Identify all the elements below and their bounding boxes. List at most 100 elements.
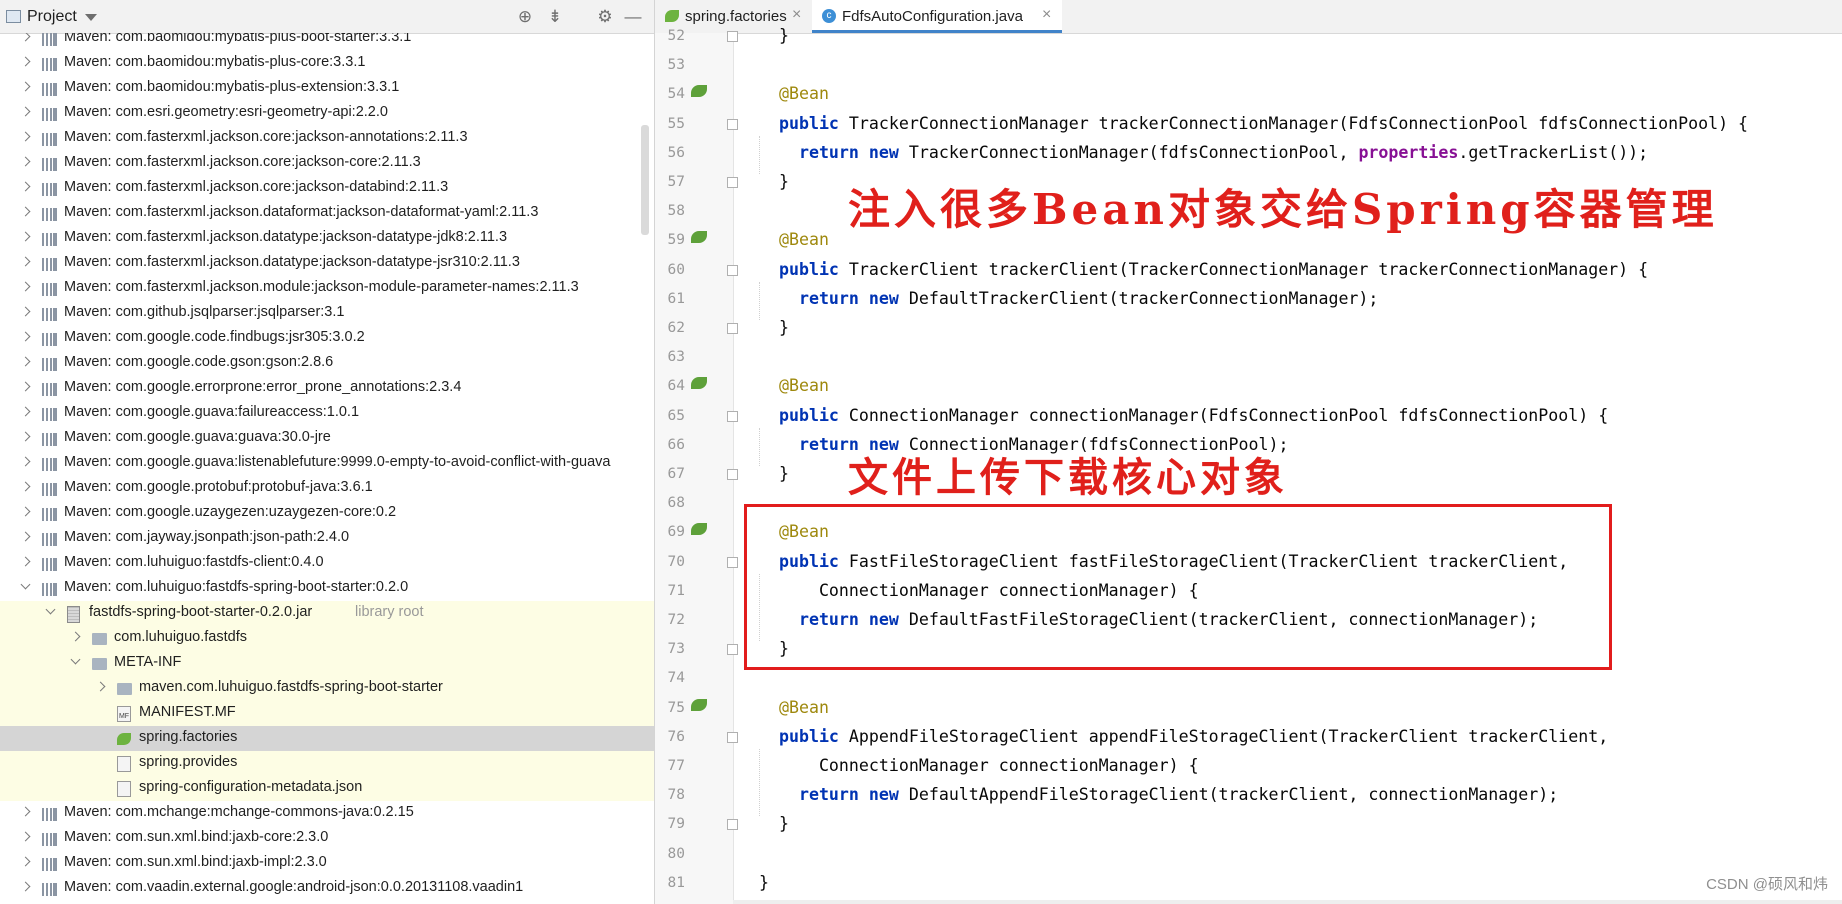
project-panel-title[interactable]: Project xyxy=(27,8,77,26)
fold-marker-icon[interactable] xyxy=(727,556,738,568)
code-line[interactable]: public AppendFileStorageClient appendFil… xyxy=(759,727,1608,746)
code-line[interactable]: @Bean xyxy=(759,698,829,717)
horizontal-scrollbar[interactable] xyxy=(733,900,1842,904)
tree-row[interactable]: Maven: com.google.uzaygezen:uzaygezen-co… xyxy=(0,501,654,526)
chevron-right-icon[interactable] xyxy=(20,831,31,842)
code-line[interactable]: @Bean xyxy=(759,376,829,395)
fold-marker-icon[interactable] xyxy=(727,31,738,42)
tree-row[interactable]: Maven: com.sun.xml.bind:jaxb-core:2.3.0 xyxy=(0,826,654,851)
tree-row[interactable]: Maven: com.google.code.gson:gson:2.8.6 xyxy=(0,351,654,376)
tree-row[interactable]: Maven: com.fasterxml.jackson.dataformat:… xyxy=(0,201,654,226)
code-line[interactable]: return new DefaultTrackerClient(trackerC… xyxy=(759,289,1378,308)
code-line[interactable]: public ConnectionManager connectionManag… xyxy=(759,406,1608,425)
scrollbar[interactable] xyxy=(641,125,649,235)
editor-gutter[interactable]: 52 53 54 55 56 57 58 59 60 61 62 63 64 65 66 67 68 69 70 71… xyxy=(655,28,738,904)
tree-row[interactable]: Maven: com.baomidou:mybatis-plus-core:3.… xyxy=(0,51,654,76)
code-line[interactable]: } xyxy=(759,873,769,892)
fold-marker-icon[interactable] xyxy=(727,410,738,422)
code-line[interactable]: @Bean xyxy=(759,230,829,249)
tree-row[interactable]: Maven: com.google.errorprone:error_prone… xyxy=(0,376,654,401)
code-line[interactable]: public TrackerClient trackerClient(Track… xyxy=(759,260,1648,279)
chevron-right-icon[interactable] xyxy=(20,381,31,392)
tree-row[interactable]: Maven: com.sun.xml.bind:jaxb-impl:2.3.0 xyxy=(0,851,654,876)
tree-row[interactable]: Maven: com.fasterxml.jackson.datatype:ja… xyxy=(0,251,654,276)
chevron-down-icon[interactable] xyxy=(70,654,81,665)
code-line[interactable]: return new DefaultAppendFileStorageClien… xyxy=(759,785,1558,804)
chevron-right-icon[interactable] xyxy=(20,881,31,892)
tree-row[interactable]: Maven: com.baomidou:mybatis-plus-boot-st… xyxy=(0,33,654,51)
fold-marker-icon[interactable] xyxy=(727,177,738,188)
code-line[interactable]: } xyxy=(759,172,789,191)
chevron-right-icon[interactable] xyxy=(20,331,31,342)
chevron-right-icon[interactable] xyxy=(70,631,81,642)
tree-row[interactable]: Maven: com.fasterxml.jackson.datatype:ja… xyxy=(0,226,654,251)
hide-icon[interactable]: — xyxy=(622,6,644,28)
fold-marker-icon[interactable] xyxy=(727,118,738,130)
spring-bean-icon[interactable] xyxy=(691,377,707,390)
tree-row[interactable]: Maven: com.fasterxml.jackson.core:jackso… xyxy=(0,151,654,176)
chevron-down-icon[interactable] xyxy=(45,604,56,615)
tree-row[interactable]: Maven: com.google.guava:guava:30.0-jre xyxy=(0,426,654,451)
chevron-right-icon[interactable] xyxy=(20,506,31,517)
tree-row[interactable]: Maven: com.fasterxml.jackson.core:jackso… xyxy=(0,176,654,201)
chevron-right-icon[interactable] xyxy=(20,556,31,567)
code-line[interactable]: @Bean xyxy=(759,84,829,103)
tree-row[interactable]: MF MANIFEST.MF xyxy=(0,701,654,726)
chevron-right-icon[interactable] xyxy=(20,481,31,492)
chevron-down-icon[interactable] xyxy=(20,579,31,590)
chevron-right-icon[interactable] xyxy=(20,256,31,267)
tree-row[interactable]: Maven: com.fasterxml.jackson.core:jackso… xyxy=(0,126,654,151)
tree-row[interactable]: Maven: com.mchange:mchange-commons-java:… xyxy=(0,801,654,826)
tree-row[interactable]: fastdfs-spring-boot-starter-0.2.0.jar lib… xyxy=(0,601,654,626)
chevron-right-icon[interactable] xyxy=(20,131,31,142)
chevron-down-icon[interactable] xyxy=(85,14,97,21)
chevron-right-icon[interactable] xyxy=(20,356,31,367)
tree-row[interactable]: Maven: com.esri.geometry:esri-geometry-a… xyxy=(0,101,654,126)
chevron-right-icon[interactable] xyxy=(20,106,31,117)
chevron-right-icon[interactable] xyxy=(20,281,31,292)
tree-row[interactable]: spring-configuration-metadata.json xyxy=(0,776,654,801)
tree-row[interactable]: Maven: com.vaadin.external.google:androi… xyxy=(0,876,654,901)
tree-row[interactable]: maven.com.luhuiguo.fastdfs-spring-boot-s… xyxy=(0,676,654,701)
tree-row[interactable]: Maven: com.google.guava:listenablefuture… xyxy=(0,451,654,476)
chevron-right-icon[interactable] xyxy=(20,156,31,167)
tab-fdfs-auto-configuration[interactable]: c FdfsAutoConfiguration.java × xyxy=(812,0,1062,33)
close-icon[interactable]: × xyxy=(792,6,801,24)
chevron-right-icon[interactable] xyxy=(20,856,31,867)
tree-row[interactable]: Maven: com.google.code.findbugs:jsr305:3… xyxy=(0,326,654,351)
chevron-right-icon[interactable] xyxy=(20,231,31,242)
chevron-right-icon[interactable] xyxy=(20,81,31,92)
code-line[interactable]: } xyxy=(759,26,789,45)
settings-icon[interactable]: ⚙ xyxy=(594,6,616,28)
tree-row[interactable]: Maven: com.luhuiguo:fastdfs-client:0.4.0 xyxy=(0,551,654,576)
fold-marker-icon[interactable] xyxy=(727,819,738,831)
tree-row[interactable]: Maven: com.github.jsqlparser:jsqlparser:… xyxy=(0,301,654,326)
chevron-right-icon[interactable] xyxy=(20,806,31,817)
code-line[interactable]: public TrackerConnectionManager trackerC… xyxy=(759,114,1748,133)
spring-bean-icon[interactable] xyxy=(691,698,707,711)
tree-row[interactable]: com.luhuiguo.fastdfs xyxy=(0,626,654,651)
chevron-right-icon[interactable] xyxy=(20,456,31,467)
spring-bean-icon[interactable] xyxy=(691,231,707,244)
chevron-right-icon[interactable] xyxy=(20,431,31,442)
tree-row[interactable]: Maven: com.google.protobuf:protobuf-java… xyxy=(0,476,654,501)
tree-row[interactable]: Maven: com.luhuiguo:fastdfs-spring-boot-… xyxy=(0,576,654,601)
chevron-right-icon[interactable] xyxy=(20,181,31,192)
chevron-right-icon[interactable] xyxy=(20,56,31,67)
code-line[interactable]: return new TrackerConnectionManager(fdfs… xyxy=(759,143,1648,162)
code-line[interactable]: ConnectionManager connectionManager) { xyxy=(759,756,1199,775)
tree-row[interactable]: spring.factories xyxy=(0,726,654,751)
code-line[interactable]: } xyxy=(759,814,789,833)
tree-row[interactable]: Maven: com.fasterxml.jackson.module:jack… xyxy=(0,276,654,301)
code-line[interactable]: } xyxy=(759,318,789,337)
tree-row[interactable]: Maven: com.baomidou:mybatis-plus-extensi… xyxy=(0,76,654,101)
chevron-right-icon[interactable] xyxy=(20,531,31,542)
chevron-right-icon[interactable] xyxy=(20,406,31,417)
fold-marker-icon[interactable] xyxy=(727,644,738,656)
chevron-right-icon[interactable] xyxy=(20,306,31,317)
tree-row[interactable]: Maven: com.google.guava:failureaccess:1.… xyxy=(0,401,654,426)
chevron-right-icon[interactable] xyxy=(20,33,31,42)
tree-row[interactable]: Maven: com.jayway.jsonpath:json-path:2.4… xyxy=(0,526,654,551)
spring-bean-icon[interactable] xyxy=(691,523,707,536)
fold-marker-icon[interactable] xyxy=(727,264,738,276)
